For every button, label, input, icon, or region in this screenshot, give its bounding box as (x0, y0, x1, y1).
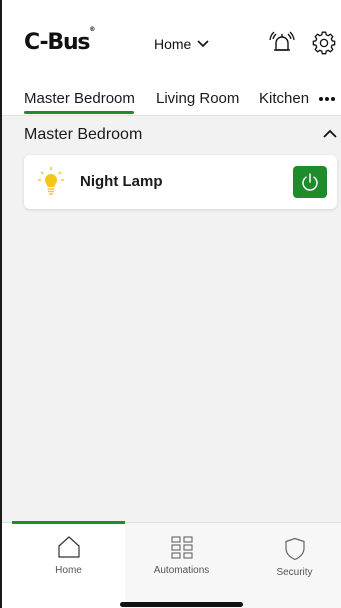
nav-item-home[interactable]: Home (12, 535, 125, 576)
nav-label-home: Home (55, 565, 82, 576)
device-name: Night Lamp (80, 173, 163, 190)
tab-kitchen[interactable]: Kitchen (259, 90, 309, 107)
c-bus-logo: C-Bus® (24, 25, 95, 55)
home-selector-label: Home (154, 36, 192, 52)
room-section-header[interactable]: Master Bedroom (24, 125, 337, 147)
gear-icon[interactable] (312, 31, 336, 55)
nav-item-automations[interactable]: Automations (125, 535, 238, 576)
power-icon (302, 173, 318, 191)
nav-item-security[interactable]: Security (238, 537, 341, 578)
nav-label-security: Security (276, 567, 313, 578)
device-card[interactable]: Night Lamp (24, 155, 337, 209)
system-home-indicator[interactable] (120, 602, 243, 607)
tab-master-bedroom[interactable]: Master Bedroom (24, 90, 135, 107)
home-icon (57, 536, 80, 558)
power-toggle-button[interactable] (293, 166, 327, 198)
nav-active-indicator (12, 521, 125, 524)
shield-icon (284, 537, 305, 561)
bulb-icon (38, 167, 64, 195)
tab-living-room[interactable]: Living Room (156, 90, 239, 107)
chevron-up-icon[interactable] (323, 129, 337, 139)
room-title: Master Bedroom (24, 126, 143, 143)
grid-icon (170, 536, 193, 559)
more-tabs-button[interactable] (319, 97, 335, 101)
bottom-navigation: Home Automations Security (2, 521, 341, 608)
app-screen: C-Bus® Home Master Bedroom Living Room K… (0, 0, 341, 608)
alarm-bell-icon[interactable] (268, 30, 296, 56)
room-tabs: Master Bedroom Living Room Kitchen (2, 80, 341, 116)
app-header: C-Bus® Home (2, 0, 341, 80)
home-selector[interactable]: Home (154, 36, 209, 52)
nav-label-automations: Automations (153, 565, 210, 576)
active-tab-indicator (24, 111, 134, 114)
chevron-down-icon (197, 40, 209, 48)
